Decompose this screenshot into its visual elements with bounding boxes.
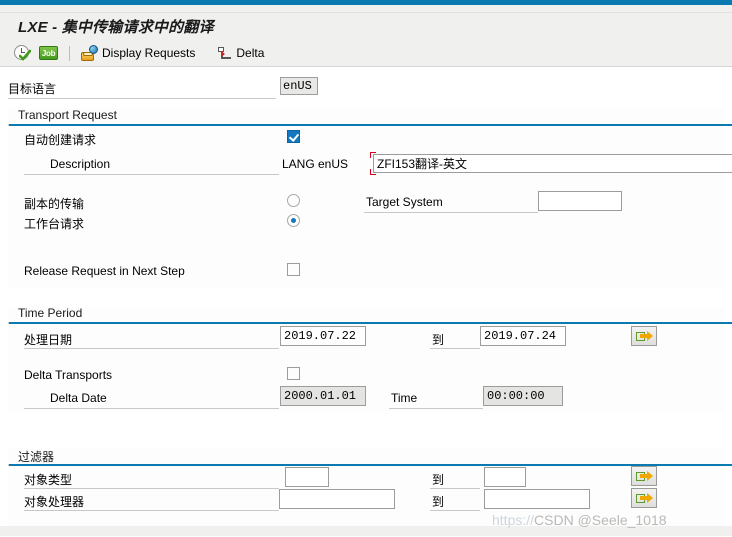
description-input[interactable]: ZFI153翻译-英文: [373, 154, 732, 173]
time-period-group: Time Period 处理日期 2019.07.22 到 2019.07.24…: [8, 306, 732, 411]
process-date-to-rule: [430, 348, 480, 349]
object-processor-to-input[interactable]: [484, 489, 590, 509]
description-label: Description: [50, 157, 111, 171]
description-lang-label: LANG enUS: [282, 157, 349, 171]
auto-create-request-checkbox[interactable]: [287, 130, 300, 143]
display-requests-button[interactable]: Display Requests: [77, 42, 199, 64]
target-language-value: enUS: [280, 77, 318, 95]
delta-date-rule: [24, 408, 279, 409]
object-processor-to-label: 到: [432, 495, 445, 509]
object-type-multiple-selection-button[interactable]: [631, 466, 657, 486]
object-processor-label: 对象处理器: [24, 495, 85, 509]
time-period-group-body: 处理日期 2019.07.22 到 2019.07.24 Delta Trans…: [8, 324, 724, 411]
object-processor-from-input[interactable]: [279, 489, 395, 509]
delta-date-input[interactable]: 2000.01.01: [280, 386, 366, 406]
display-requests-label: Display Requests: [102, 46, 196, 60]
workbench-request-radio[interactable]: [287, 214, 300, 227]
object-type-to-input[interactable]: [484, 467, 526, 487]
execute-button[interactable]: [10, 42, 35, 64]
time-input[interactable]: 00:00:00: [483, 386, 563, 406]
process-date-rule: [24, 348, 279, 349]
delta-transports-label: Delta Transports: [24, 368, 113, 382]
clock-check-execute-icon: [14, 44, 31, 62]
auto-create-request-label: 自动创建请求: [24, 133, 97, 147]
target-system-label: Target System: [366, 195, 443, 209]
object-processor-multiple-selection-button[interactable]: [631, 488, 657, 508]
object-type-to-rule: [430, 488, 480, 489]
transport-request-group: Transport Request 自动创建请求 Description LAN…: [8, 108, 732, 289]
object-type-to-label: 到: [432, 473, 445, 487]
delta-button[interactable]: Delta: [213, 42, 268, 64]
page-title: LXE - 集中传输请求中的翻译: [18, 19, 214, 36]
process-date-from-input[interactable]: 2019.07.22: [280, 326, 366, 346]
workbench-request-label: 工作台请求: [24, 217, 85, 231]
window-title-bar: LXE - 集中传输请求中的翻译: [0, 13, 732, 40]
filter-group-title: 过滤器: [18, 450, 55, 464]
copy-transport-label: 副本的传输: [24, 197, 85, 211]
window-accent-shade: [0, 5, 732, 13]
time-rule: [389, 408, 483, 409]
target-language-rule: [8, 98, 276, 99]
execute-in-background-button[interactable]: Job: [35, 42, 62, 64]
delta-transports-checkbox[interactable]: [287, 367, 300, 380]
copy-transport-radio[interactable]: [287, 194, 300, 207]
watermark: https://CSDN @Seele_1018: [492, 512, 667, 528]
object-processor-to-rule: [430, 510, 480, 511]
release-request-label: Release Request in Next Step: [24, 264, 185, 278]
target-language-row: 目标语言 enUS: [0, 75, 732, 101]
watermark-url: https://: [492, 512, 535, 528]
transport-request-group-body: 自动创建请求 Description LANG enUS ZFI153翻译-英文…: [8, 126, 732, 289]
toolbar-separator: [69, 45, 70, 61]
target-language-label: 目标语言: [8, 82, 57, 96]
process-date-to-label: 到: [432, 333, 445, 347]
time-label: Time: [391, 391, 418, 405]
watermark-text: CSDN @Seele_1018: [534, 512, 667, 528]
release-request-checkbox[interactable]: [287, 263, 300, 276]
delta-label: Delta: [236, 46, 265, 60]
delta-axes-icon: [217, 46, 232, 61]
application-toolbar: Job Display Requests Delta: [0, 40, 732, 67]
target-system-input[interactable]: [538, 191, 622, 211]
transport-request-group-title: Transport Request: [18, 108, 117, 122]
process-date-to-input[interactable]: 2019.07.24: [480, 326, 566, 346]
delta-date-label: Delta Date: [50, 391, 107, 405]
object-type-rule: [24, 488, 279, 489]
process-date-multiple-selection-button[interactable]: [631, 326, 657, 346]
job-badge-icon: Job: [39, 46, 58, 60]
object-type-from-input[interactable]: [285, 467, 329, 487]
target-system-rule: [364, 212, 538, 213]
description-rule: [24, 174, 279, 175]
time-period-group-title: Time Period: [18, 306, 83, 320]
display-requests-icon: [81, 45, 98, 61]
selection-screen: 目标语言 enUS Transport Request 自动创建请求 Descr…: [0, 67, 732, 537]
object-type-label: 对象类型: [24, 473, 73, 487]
object-processor-rule: [24, 510, 279, 511]
process-date-label: 处理日期: [24, 333, 73, 347]
